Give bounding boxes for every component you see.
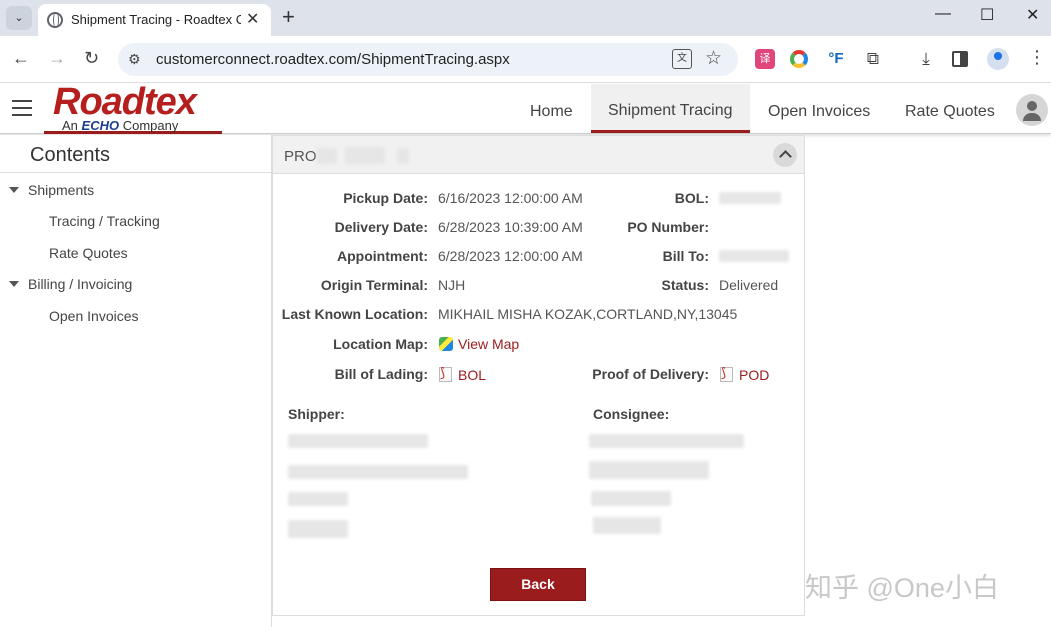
view-map-link[interactable]: View Map (458, 336, 519, 352)
sidebar-divider (0, 172, 271, 173)
redacted-pro-number (345, 147, 385, 164)
address-bar[interactable]: ⚙ customerconnect.roadtex.com/ShipmentTr… (118, 43, 738, 76)
browser-tab[interactable]: Shipment Tracing - Roadtex C ✕ (38, 4, 271, 36)
sidebar-item-open-invoices[interactable]: Open Invoices (49, 308, 139, 324)
sidebar: Contents Shipments Tracing / Tracking Ra… (0, 135, 272, 627)
redacted-consignee-address (589, 461, 709, 479)
browser-toolbar: ← → ↻ ⚙ customerconnect.roadtex.com/Ship… (0, 36, 1051, 83)
nav-home[interactable]: Home (530, 103, 573, 121)
nav-shipment-tracing[interactable]: Shipment Tracing (591, 84, 750, 133)
reload-icon[interactable]: ↻ (84, 48, 99, 69)
nav-open-invoices[interactable]: Open Invoices (768, 103, 870, 121)
tab-close-icon[interactable]: ✕ (246, 9, 259, 29)
nav-rate-quotes[interactable]: Rate Quotes (905, 103, 995, 121)
status-label: Status: (661, 277, 709, 293)
proof-of-delivery-label: Proof of Delivery: (592, 366, 709, 382)
redacted-shipper-phone (288, 520, 348, 538)
site-settings-icon[interactable]: ⚙ (128, 51, 141, 68)
redacted-consignee-name (589, 434, 744, 448)
back-arrow-icon[interactable]: ← (12, 48, 30, 69)
sidebar-item-tracing-tracking[interactable]: Tracing / Tracking (49, 213, 160, 229)
map-icon[interactable] (439, 337, 453, 351)
bol-label: BOL: (674, 190, 709, 206)
forward-arrow-icon[interactable]: → (48, 48, 66, 69)
redacted-shipper-address (288, 465, 468, 479)
tab-search-button[interactable]: ⌄ (6, 6, 32, 30)
shipper-label: Shipper: (288, 406, 345, 422)
pdf-icon[interactable] (439, 365, 452, 382)
delivery-date-label: Delivery Date: (334, 219, 428, 235)
pickup-date-value: 6/16/2023 12:00:00 AM (438, 190, 583, 206)
more-menu-icon[interactable]: ⋮ (1028, 47, 1046, 68)
logo-sub-brand: ECHO (81, 118, 120, 133)
appointment-label: Appointment: (337, 248, 428, 264)
redacted-shipper-city (288, 492, 348, 506)
url-text[interactable]: customerconnect.roadtex.com/ShipmentTrac… (156, 51, 510, 68)
collapse-chevron-up-icon[interactable] (773, 143, 797, 167)
bill-to-label: Bill To: (662, 248, 709, 264)
po-number-label: PO Number: (627, 219, 709, 235)
redacted-bill-to (719, 250, 789, 262)
profile-avatar-icon[interactable] (987, 48, 1009, 70)
sidebar-title: Contents (30, 144, 111, 166)
redacted-consignee-city (591, 491, 671, 506)
new-tab-button[interactable]: + (282, 4, 295, 30)
roadtex-logo[interactable]: Roadtex An ECHO Company (44, 81, 222, 134)
delivery-date-value: 6/28/2023 10:39:00 AM (438, 219, 583, 235)
extensions-puzzle-icon[interactable]: ⧉ (863, 49, 883, 69)
side-panel-icon[interactable] (952, 51, 968, 67)
logo-tagline: An ECHO Company (62, 118, 178, 133)
sidebar-group-billing[interactable]: Billing / Invoicing (28, 276, 132, 292)
site-header: Roadtex An ECHO Company Home Shipment Tr… (0, 81, 1051, 134)
window-close-button[interactable]: ✕ (1026, 5, 1039, 25)
minimize-button[interactable]: — (935, 5, 951, 23)
chevron-down-icon[interactable] (9, 187, 19, 193)
globe-icon (47, 12, 63, 28)
sidebar-group-shipments[interactable]: Shipments (28, 182, 94, 198)
bol-link[interactable]: BOL (458, 367, 486, 383)
redacted-shipper-name (288, 434, 428, 448)
pod-link[interactable]: POD (739, 367, 769, 383)
download-icon[interactable]: ⤓ (916, 49, 936, 69)
consignee-label: Consignee: (593, 406, 670, 422)
appointment-value: 6/28/2023 12:00:00 AM (438, 248, 583, 264)
translate-extension-icon[interactable]: 译 (755, 49, 775, 69)
redacted-pro-number (317, 148, 337, 164)
logo-sub-suffix: Company (122, 118, 179, 133)
redacted-consignee-phone (593, 517, 661, 534)
redacted-pro-number (397, 148, 409, 164)
shipment-detail-panel: PRO Pickup Date: 6/16/2023 12:00:00 AM D… (272, 135, 805, 616)
redacted-bol-number (719, 192, 781, 204)
chevron-down-icon[interactable] (9, 281, 19, 287)
pickup-date-label: Pickup Date: (343, 190, 428, 206)
status-value: Delivered (719, 277, 779, 293)
browser-tab-strip: ⌄ Shipment Tracing - Roadtex C ✕ + — ☐ ✕ (0, 0, 1051, 36)
origin-terminal-label: Origin Terminal: (320, 277, 428, 293)
bill-of-lading-label: Bill of Lading: (334, 366, 428, 382)
color-extension-icon[interactable] (790, 50, 808, 68)
panel-header: PRO (273, 136, 804, 174)
location-map-label: Location Map: (333, 336, 428, 352)
maximize-button[interactable]: ☐ (980, 5, 994, 25)
logo-sub-prefix: An (62, 118, 78, 133)
font-extension-icon[interactable]: °F (826, 49, 846, 69)
user-account-icon[interactable] (1016, 94, 1048, 126)
translate-icon[interactable]: 文 (672, 49, 692, 69)
last-known-location-value: MIKHAIL MISHA KOZAK,CORTLAND,NY,13045 (438, 306, 738, 322)
last-known-location-label: Last Known Location: (281, 306, 428, 322)
watermark: 知乎 @One小白 (805, 573, 999, 603)
origin-terminal-value: NJH (438, 277, 466, 293)
tab-title: Shipment Tracing - Roadtex C (71, 12, 241, 27)
hamburger-menu-icon[interactable] (12, 100, 32, 116)
pro-label: PRO (284, 148, 317, 165)
bookmark-star-icon[interactable]: ☆ (705, 47, 722, 70)
pdf-icon[interactable] (720, 365, 733, 382)
back-button[interactable]: Back (490, 568, 586, 601)
sidebar-item-rate-quotes[interactable]: Rate Quotes (49, 245, 128, 261)
